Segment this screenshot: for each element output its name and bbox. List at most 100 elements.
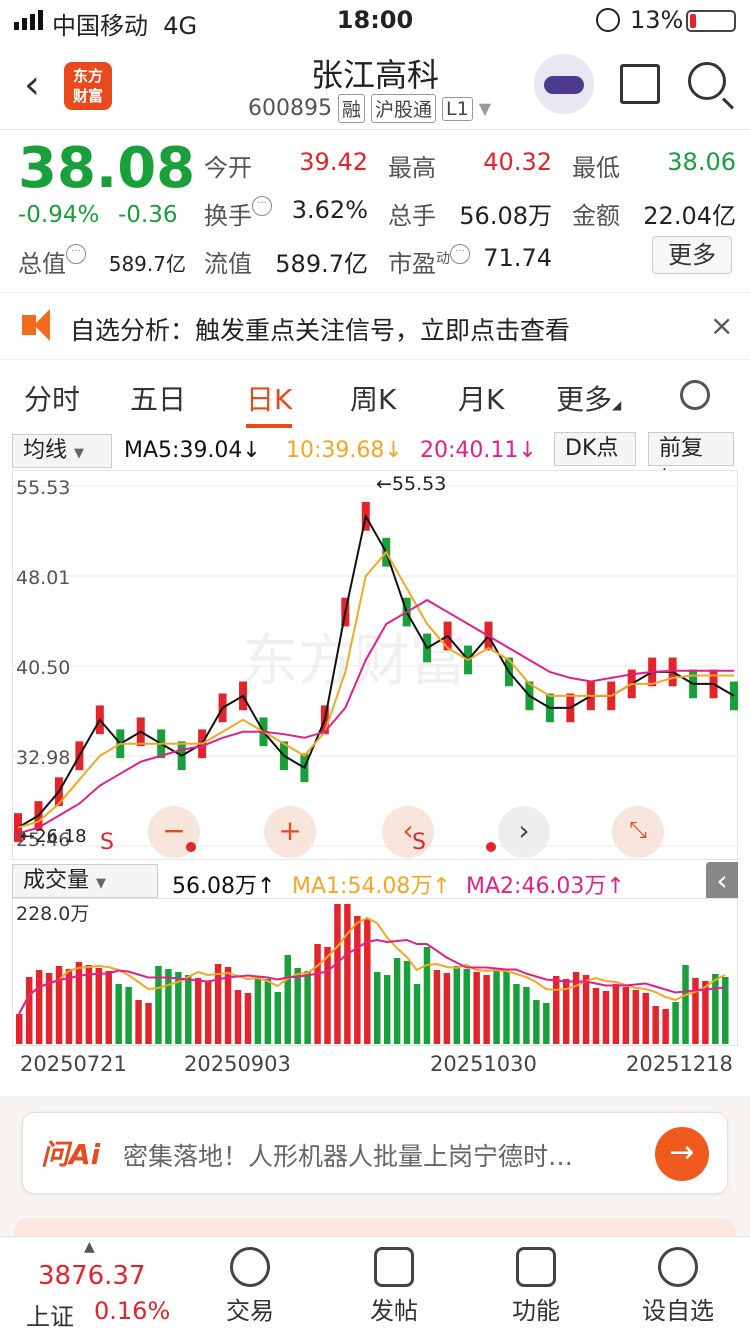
tab-monthly-k[interactable]: 月K bbox=[458, 378, 504, 418]
volume-bar bbox=[195, 978, 202, 1044]
info-dots-icon[interactable]: ··· bbox=[252, 196, 272, 216]
volume-bar bbox=[433, 970, 441, 1044]
float-value: 589.7亿 bbox=[275, 250, 368, 278]
speaker-icon bbox=[22, 309, 50, 341]
volume-bar bbox=[493, 968, 500, 1044]
robot-avatar-icon[interactable] bbox=[534, 54, 594, 114]
y-tick-label: 55.53 bbox=[16, 477, 70, 499]
volume-bar bbox=[712, 974, 719, 1044]
ma10-readout: 10:39.68↓ bbox=[286, 438, 403, 463]
low-value: 38.06 bbox=[667, 148, 736, 176]
watermark: 东方财富 bbox=[242, 629, 466, 694]
volume-bar bbox=[632, 990, 640, 1044]
share-icon[interactable] bbox=[620, 64, 660, 104]
volume-bar bbox=[622, 987, 630, 1044]
scroll-left-button[interactable]: ‹ bbox=[382, 806, 434, 858]
volume-bar bbox=[682, 965, 689, 1044]
notice-dot bbox=[186, 842, 196, 852]
dk-point-select[interactable]: DK点◢ bbox=[554, 432, 636, 490]
volume-bar bbox=[135, 1000, 142, 1044]
change-percent: -0.94% bbox=[18, 202, 100, 228]
battery-percent: 13% bbox=[630, 6, 684, 34]
tab-more[interactable]: 更多◢ bbox=[556, 378, 621, 418]
chevron-down-icon[interactable]: ▼ bbox=[479, 99, 491, 118]
gear-icon[interactable] bbox=[680, 380, 710, 410]
close-icon[interactable]: × bbox=[710, 309, 733, 342]
tab-five-day[interactable]: 五日 bbox=[130, 378, 186, 418]
pe-label: 市盈动 ··· bbox=[388, 244, 470, 279]
volume-bar bbox=[204, 981, 212, 1044]
zoom-in-button[interactable]: + bbox=[264, 806, 316, 858]
last-price: 38.08 bbox=[18, 136, 196, 201]
volume-bar bbox=[105, 971, 112, 1044]
volume-readout: 56.08万↑ bbox=[172, 874, 276, 899]
info-dots-icon[interactable]: ··· bbox=[450, 244, 470, 264]
y-tick-label: 32.98 bbox=[16, 747, 70, 769]
volume-bar bbox=[463, 969, 470, 1044]
open-label: 今开 bbox=[204, 154, 252, 182]
sell-marker: S bbox=[100, 830, 114, 855]
grid-icon bbox=[516, 1247, 556, 1287]
y-tick-label: 40.50 bbox=[16, 657, 70, 679]
arrow-right-icon[interactable]: → bbox=[655, 1127, 709, 1181]
ai-logo: 问Ai bbox=[41, 1138, 101, 1171]
change-amount: -0.36 bbox=[118, 202, 178, 228]
volume-bar bbox=[423, 947, 431, 1044]
kline-chart[interactable]: 东方财富 55.5348.0140.5032.9825.46 ←55.53 ←2… bbox=[12, 470, 738, 860]
volume-bar bbox=[274, 992, 282, 1044]
volume-value: 56.08万 bbox=[459, 202, 552, 230]
volume-bar bbox=[314, 944, 321, 1044]
search-icon[interactable] bbox=[688, 62, 726, 100]
bottom-tabbar: ▲ 3876.37 上证 0.16% 交易 发帖 功能 设自选 bbox=[0, 1236, 750, 1334]
turnover-value: 3.62% bbox=[291, 196, 368, 224]
volume-bar bbox=[374, 972, 381, 1044]
ma-select[interactable]: 均线 ▼ bbox=[12, 434, 112, 468]
volume-bar bbox=[582, 975, 590, 1044]
volume-bar bbox=[324, 947, 331, 1044]
connect-tag: 沪股通 bbox=[371, 94, 437, 123]
tab-functions[interactable]: 功能 bbox=[476, 1247, 596, 1326]
info-dots-icon[interactable]: ··· bbox=[66, 244, 86, 264]
volume-chart[interactable]: 228.0万 bbox=[12, 898, 738, 1046]
volume-toolbar: 成交量 ▼ 56.08万↑ MA1:54.08万↑ MA2:46.03万↑ ‹ bbox=[0, 862, 750, 902]
margin-tag: 融 bbox=[337, 94, 365, 123]
ai-prompt-text[interactable]: 密集落地！人形机器人批量上岗宁德时… bbox=[123, 1137, 573, 1173]
tab-daily-k[interactable]: 日K bbox=[246, 378, 292, 418]
volume-bar bbox=[612, 984, 620, 1044]
tab-weekly-k[interactable]: 周K bbox=[350, 378, 396, 418]
volume-bar bbox=[16, 1014, 23, 1044]
adjust-select[interactable]: 前复权 bbox=[648, 432, 734, 493]
volume-bar bbox=[264, 979, 272, 1044]
ma5-readout: MA5:39.04↓ bbox=[124, 438, 261, 463]
analysis-banner[interactable]: 自选分析：触发重点关注信号，立即点击查看 × bbox=[0, 292, 750, 360]
status-bar: 中国移动 4G 18:00 13% bbox=[0, 0, 750, 40]
scroll-right-button[interactable]: › bbox=[498, 806, 550, 858]
tab-intraday[interactable]: 分时 bbox=[24, 378, 80, 418]
period-tabs: 分时 五日 日K 周K 月K 更多◢ bbox=[0, 362, 750, 432]
open-value: 39.42 bbox=[299, 148, 368, 176]
fullscreen-icon[interactable]: ⤡ bbox=[612, 806, 664, 858]
indicator-select[interactable]: 成交量 ▼ bbox=[12, 864, 158, 898]
tab-trade[interactable]: 交易 bbox=[190, 1247, 310, 1326]
volume-bar bbox=[25, 977, 33, 1044]
sell-marker: S bbox=[412, 830, 426, 855]
banner-text[interactable]: 自选分析：触发重点关注信号，立即点击查看 bbox=[70, 311, 570, 347]
ai-assistant-bar[interactable]: 问Ai 密集落地！人形机器人批量上岗宁德时… → bbox=[22, 1112, 728, 1194]
volume-bar bbox=[354, 916, 361, 1044]
volume-bar bbox=[662, 1009, 669, 1044]
collapse-panel-icon[interactable]: ‹ bbox=[706, 862, 738, 902]
volume-label: 总手 bbox=[388, 202, 436, 230]
volume-bar bbox=[185, 975, 192, 1044]
index-value[interactable]: 3876.37 bbox=[38, 1261, 146, 1291]
volume-bar bbox=[443, 973, 451, 1044]
pe-value: 71.74 bbox=[483, 244, 552, 272]
index-name[interactable]: 上证 bbox=[26, 1297, 74, 1332]
more-button[interactable]: 更多 bbox=[652, 236, 732, 274]
level-tag[interactable]: L1 bbox=[442, 96, 473, 121]
volume-bar bbox=[334, 904, 341, 1044]
volume-bar bbox=[572, 972, 580, 1044]
tab-watchlist-settings[interactable]: 设自选 bbox=[618, 1247, 738, 1326]
index-percent[interactable]: 0.16% bbox=[94, 1297, 170, 1325]
nav-header: ‹ 东方 财富 张江高科 600895 融 沪股通 L1 ▼ bbox=[0, 40, 750, 130]
tab-post[interactable]: 发帖 bbox=[334, 1247, 454, 1326]
